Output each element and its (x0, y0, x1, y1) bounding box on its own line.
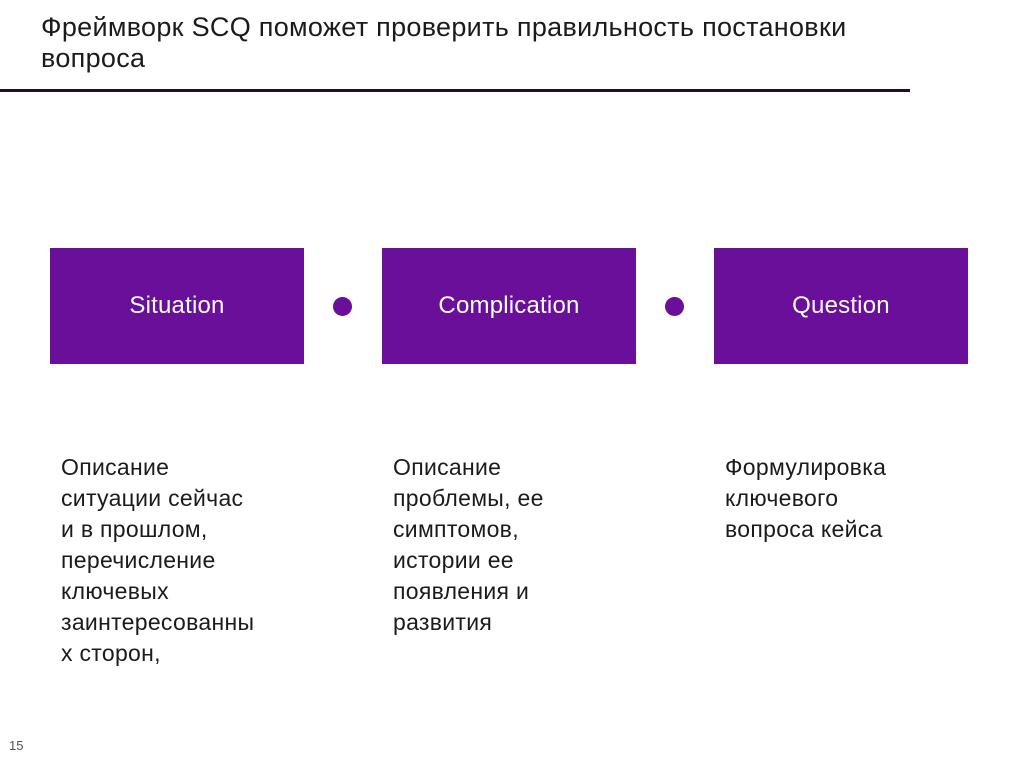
page-number: 15 (9, 738, 24, 753)
complication-box: Complication (382, 248, 636, 364)
question-description: Формулировка ключевого вопроса кейса (725, 454, 887, 542)
situation-description: Описание ситуации сейчас и в прошлом, пе… (61, 454, 255, 666)
situation-box: Situation (50, 248, 304, 364)
question-box: Question (714, 248, 968, 364)
situation-label: Situation (129, 292, 225, 319)
question-label: Question (792, 292, 890, 319)
complication-label: Complication (438, 292, 580, 319)
connector-dot (333, 297, 352, 316)
complication-description: Описание проблемы, ее симптомов, истории… (393, 454, 544, 635)
connector-dot (665, 297, 684, 316)
title-divider (0, 89, 910, 92)
slide-title: Фреймворк SCQ поможет проверить правильн… (41, 12, 847, 73)
